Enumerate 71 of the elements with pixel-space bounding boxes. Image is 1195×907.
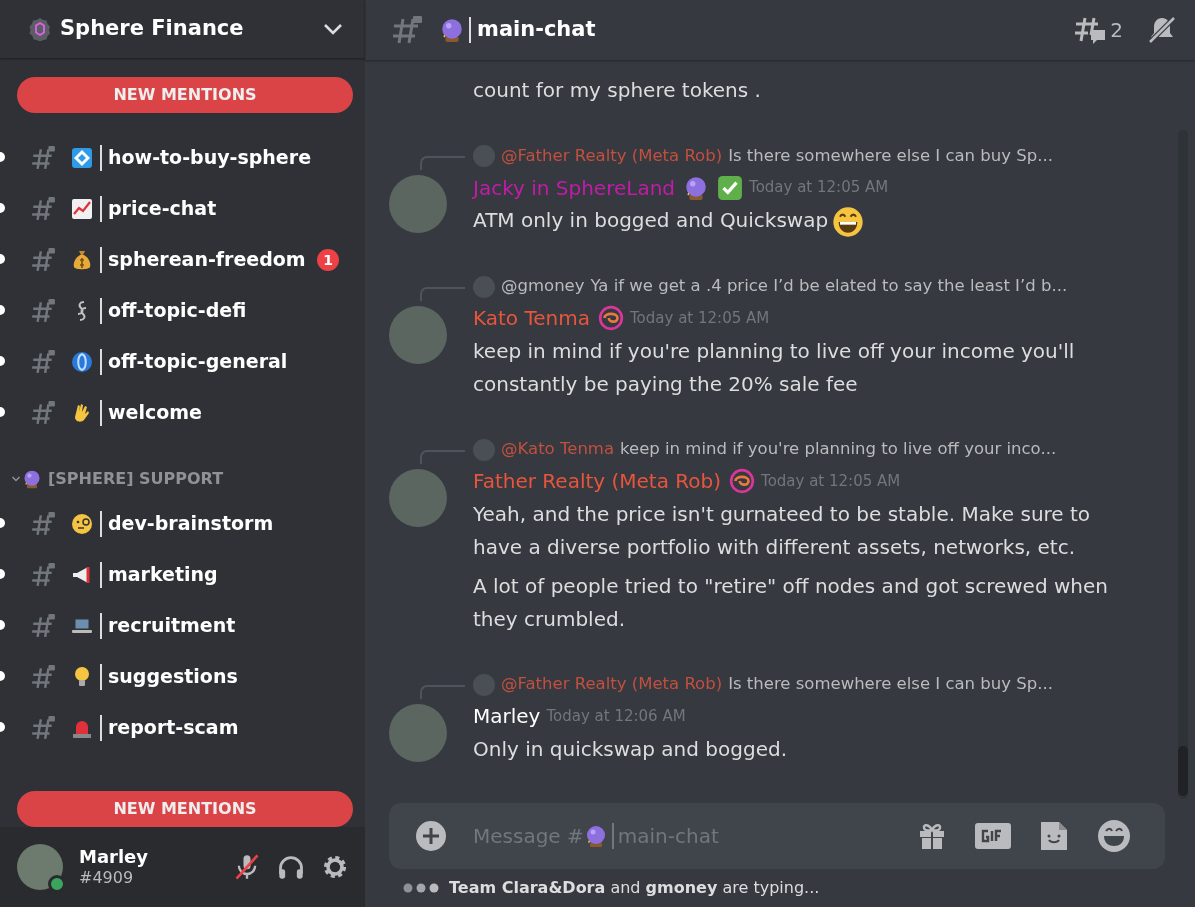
add-icon[interactable] [415, 820, 447, 852]
reply-preview[interactable]: keep in mind if you're planning to live off your inco... [620, 437, 1057, 462]
message-text: Yeah, and the price isn't gurnateed to be stable. Make sure to have a diverse portfolio with different assets, networks, etc. [473, 500, 1092, 561]
message-text: Only in quickswap and bogged. [473, 735, 788, 763]
private-channel-icon [30, 144, 56, 171]
message-text: count for my sphere tokens . [473, 77, 762, 104]
chevron-down-icon[interactable] [323, 22, 343, 36]
typing-indicator: Team Clara&Dora and gmoney are typing... [449, 877, 820, 899]
private-channel-icon [30, 663, 56, 690]
author-name[interactable]: Father Realty (Meta Rob) [473, 466, 722, 496]
settings-icon[interactable] [321, 853, 349, 881]
message-text: keep in mind if you're planning to live off your income you'll constantly be paying the 20% sale fee [473, 337, 1076, 398]
user-name: Marley [79, 846, 150, 868]
channel-name[interactable]: welcome [108, 398, 202, 427]
private-channel-icon [30, 348, 56, 375]
reply-connector [420, 156, 465, 170]
private-channel-icon [30, 195, 56, 222]
typing-dots-icon [403, 883, 441, 893]
swirl-icon [70, 349, 94, 374]
thread-count: 2 [1110, 17, 1123, 44]
channel-name[interactable]: price-chat [108, 194, 217, 223]
message-text: A lot of people tried to "retire" off nodes and got screwed when they crumbled. [473, 572, 1109, 633]
private-channel-icon [30, 297, 56, 324]
new-mentions-button[interactable]: NEW MENTIONS [17, 77, 353, 113]
crystal-ball-icon [439, 17, 465, 43]
new-mentions-button[interactable]: NEW MENTIONS [17, 791, 353, 827]
channel-name[interactable]: off-topic-general [108, 347, 288, 376]
category-name[interactable]: [SPHERE] SUPPORT [48, 467, 224, 491]
private-channel-icon [30, 561, 56, 588]
timestamp: Today at 12:05 AM [761, 470, 901, 492]
scrollbar-thumb[interactable] [1178, 746, 1188, 796]
channel-name[interactable]: marketing [108, 560, 218, 589]
muted-microphone-icon[interactable] [233, 853, 261, 881]
reply-connector [420, 449, 465, 464]
muted-bell-icon[interactable] [1147, 15, 1177, 45]
user-tag: #4909 [79, 868, 233, 888]
private-channel-icon [30, 246, 56, 273]
message-text: ATM only in bogged and Quickswap [473, 204, 1113, 238]
author-name[interactable]: Marley [473, 701, 541, 731]
channel-name[interactable]: off-topic-defi [108, 296, 247, 325]
author-name[interactable]: Kato Tenma [473, 303, 590, 333]
channel-name[interactable]: how-to-buy-sphere [108, 143, 312, 172]
chart-icon [70, 196, 94, 221]
channel-title: main-chat [477, 16, 596, 44]
reply-preview[interactable]: Is there somewhere else I can buy Sp... [728, 143, 1053, 169]
timestamp: Today at 12:06 AM [546, 705, 686, 727]
private-channel-icon [30, 714, 56, 741]
timestamp: Today at 12:05 AM [630, 307, 770, 329]
crystal-ball-icon [22, 469, 42, 489]
private-channel-icon [30, 612, 56, 639]
mention-badge: 1 [317, 249, 339, 271]
private-channel-icon [30, 510, 56, 537]
server-name[interactable]: Sphere Finance [60, 13, 323, 45]
reply-connector [420, 684, 465, 699]
threads-icon[interactable] [1074, 15, 1107, 45]
timestamp: Today at 12:05 AM [749, 177, 889, 199]
reply-preview[interactable]: Ya if we get a .4 price I’d be elated to say the least I’d b... [590, 274, 1068, 299]
reply-author[interactable]: @gmoney [501, 274, 585, 299]
server-icon [28, 17, 52, 41]
reply-connector [420, 286, 465, 301]
channel-name[interactable]: recruitment [108, 611, 236, 640]
channel-name[interactable]: spherean-freedom [108, 245, 306, 274]
channel-name[interactable]: report-scam [108, 713, 239, 742]
private-channel-icon [30, 399, 56, 426]
channel-name[interactable]: suggestions [108, 662, 238, 691]
reply-preview[interactable]: Is there somewhere else I can buy Sp... [728, 672, 1053, 697]
private-thread-channel-icon [391, 15, 423, 45]
user-avatar[interactable] [17, 844, 63, 890]
headphones-icon[interactable] [277, 853, 305, 881]
monocle-face-icon [70, 511, 94, 536]
channel-name[interactable]: dev-brainstorm [108, 509, 274, 538]
